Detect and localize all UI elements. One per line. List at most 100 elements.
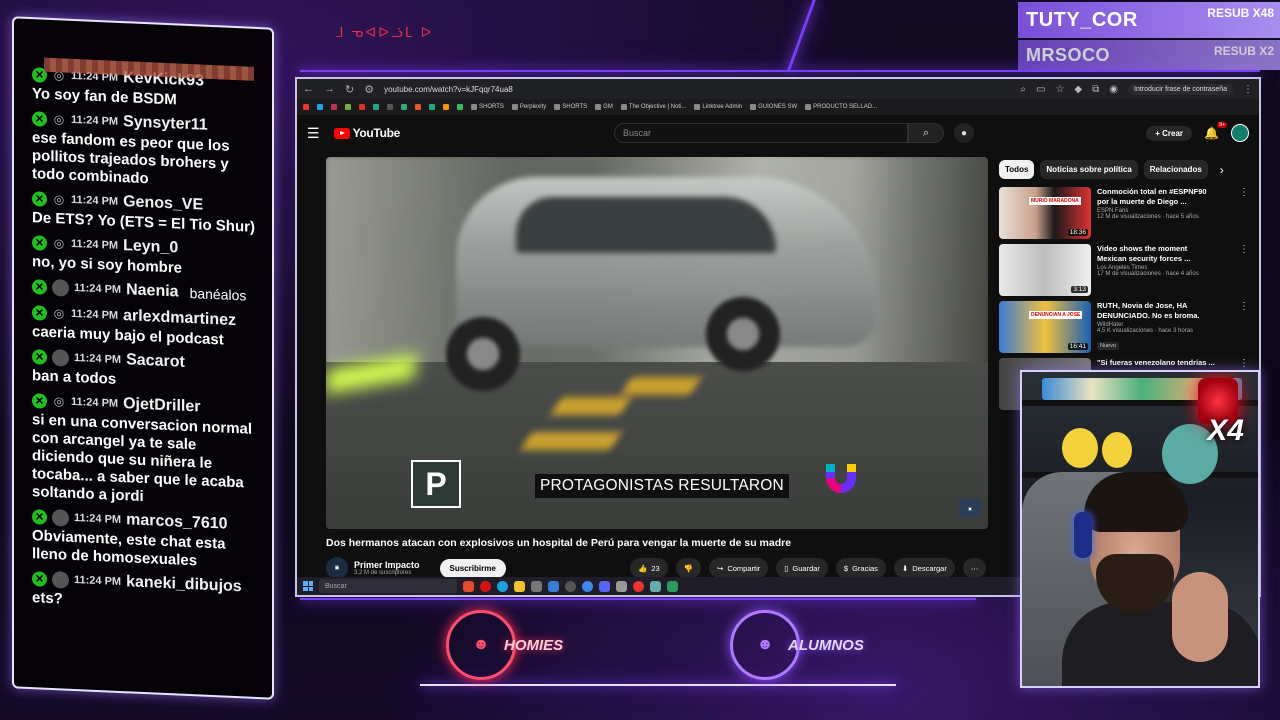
- more-actions-button[interactable]: ⋯: [962, 558, 987, 578]
- chat-username[interactable]: Naenia: [126, 281, 178, 301]
- chat-username[interactable]: Leyn_0: [123, 237, 178, 257]
- account-avatar[interactable]: [1231, 124, 1249, 142]
- opera-icon[interactable]: [480, 580, 491, 592]
- channel-avatar[interactable]: ▣: [326, 557, 348, 579]
- create-button[interactable]: + Crear: [1146, 125, 1193, 141]
- bookmark-favicon-icon[interactable]: [415, 104, 421, 110]
- subscribe-button[interactable]: Suscribirme: [439, 558, 506, 578]
- chat-username[interactable]: Genos_VE: [123, 193, 203, 214]
- download-button[interactable]: ⬇ Descargar: [893, 558, 955, 578]
- bookmark-favicon-icon[interactable]: [331, 104, 337, 110]
- chat-username[interactable]: Sacarot: [126, 351, 185, 372]
- chip-politics[interactable]: Noticias sobre política: [1040, 160, 1138, 179]
- url-field[interactable]: youtube.com/watch?v=kJFqqr74ua8: [384, 85, 513, 94]
- bookmark-item[interactable]: Perplexity: [511, 104, 546, 110]
- bookmark-item[interactable]: The Objective | Noti...: [620, 104, 686, 110]
- store-icon[interactable]: [531, 580, 542, 592]
- bookmark-favicon-icon[interactable]: [387, 104, 393, 110]
- search-input[interactable]: Buscar: [614, 123, 909, 143]
- bookmark-favicon-icon[interactable]: [429, 104, 435, 110]
- notifications-button[interactable]: 🔔 9+: [1204, 122, 1227, 140]
- chat-username[interactable]: OjetDriller: [123, 395, 200, 416]
- extension-icon[interactable]: ◆: [1074, 84, 1082, 95]
- user-avatar[interactable]: [52, 348, 69, 367]
- recommendation-thumbnail[interactable]: DENUNCIAN A JOSE 16:41: [999, 301, 1091, 353]
- taskbar-search-input[interactable]: Buscar: [319, 579, 457, 593]
- cast-icon[interactable]: ▭: [1036, 84, 1045, 95]
- bookmark-favicon-icon[interactable]: [345, 104, 351, 110]
- thanks-button[interactable]: $ Gracias: [835, 558, 886, 578]
- bookmark-favicon-icon[interactable]: [317, 104, 323, 110]
- menu-kebab-icon[interactable]: ⋮: [1243, 84, 1253, 95]
- chip-related[interactable]: Relacionados: [1143, 160, 1208, 179]
- bookmark-item[interactable]: PRODUCTO SELLAD...: [805, 104, 877, 110]
- bookmark-favicon-icon[interactable]: [303, 104, 309, 110]
- chat-username[interactable]: arlexdmartinez: [123, 307, 236, 330]
- recommendation-title[interactable]: Video shows the moment Mexican security …: [1097, 244, 1215, 263]
- user-avatar[interactable]: [52, 570, 69, 589]
- obs-icon[interactable]: [565, 580, 576, 592]
- app-icon[interactable]: [548, 580, 559, 592]
- channel-name[interactable]: Primer Impacto: [354, 560, 420, 570]
- extensions-puzzle-icon[interactable]: ⧉: [1092, 84, 1099, 95]
- bookmark-favicon-icon[interactable]: [359, 104, 365, 110]
- chat-username[interactable]: Synsyter11: [123, 113, 208, 135]
- voice-search-button[interactable]: ●: [954, 123, 975, 143]
- recommendation-thumbnail[interactable]: MURIÓ MARADONA 18:36: [999, 187, 1091, 239]
- profile-icon[interactable]: ◉: [1109, 84, 1118, 95]
- recommendation-title[interactable]: Conmoción total en #ESPNF90 por la muert…: [1097, 187, 1215, 206]
- file-explorer-icon[interactable]: [514, 580, 525, 592]
- password-prompt[interactable]: Introducir frase de contraseña: [1128, 83, 1233, 95]
- edge-icon[interactable]: [497, 580, 508, 592]
- bookmark-label: GUIONES SW: [758, 104, 798, 110]
- bookmark-item[interactable]: GM: [595, 104, 613, 110]
- bookmark-favicon-icon[interactable]: [457, 104, 463, 110]
- brave-icon[interactable]: [463, 580, 474, 592]
- recommendation-item[interactable]: DENUNCIAN A JOSE 16:41 RUTH, Novia de Jo…: [999, 301, 1249, 353]
- moderator-badge-icon: ✕: [32, 392, 47, 409]
- more-options-icon[interactable]: ⋮: [1239, 187, 1249, 239]
- bookmark-item[interactable]: SHORTS: [471, 104, 504, 110]
- bookmark-star-icon[interactable]: ☆: [1055, 84, 1064, 95]
- recommendation-title[interactable]: "Si fueras venezolano tendrías ...: [1097, 358, 1215, 368]
- zoom-icon[interactable]: ⌕: [1020, 84, 1026, 95]
- more-options-icon[interactable]: ⋮: [1239, 301, 1249, 353]
- video-player[interactable]: P PROTAGONISTAS RESULTARON ▣: [326, 157, 988, 529]
- bookmark-label: PRODUCTO SELLAD...: [813, 104, 878, 110]
- bookmark-item[interactable]: Linktree Admin: [694, 104, 742, 110]
- pokeball-icon[interactable]: [633, 580, 644, 592]
- recommendation-item[interactable]: MURIÓ MARADONA 18:36 Conmoción total en …: [999, 187, 1249, 239]
- recommendation-title[interactable]: RUTH, Novia de Jose, HA DENUNCIADO. No e…: [1097, 301, 1215, 320]
- app-icon[interactable]: [616, 580, 627, 592]
- bookmark-favicon-icon[interactable]: [443, 104, 449, 110]
- like-button[interactable]: 👍 23: [630, 558, 668, 578]
- bookmark-item[interactable]: SHORTS: [554, 104, 587, 110]
- user-avatar[interactable]: [52, 508, 69, 527]
- bookmark-favicon-icon[interactable]: [401, 104, 407, 110]
- search-button[interactable]: ⌕: [908, 123, 945, 143]
- back-icon[interactable]: ←: [303, 83, 314, 95]
- dislike-button[interactable]: 👎: [675, 558, 702, 578]
- more-options-icon[interactable]: ⋮: [1239, 244, 1249, 296]
- share-button[interactable]: ↪ Compartir: [709, 558, 769, 578]
- forward-icon[interactable]: →: [324, 83, 335, 95]
- chat-username[interactable]: kaneki_dibujos: [126, 573, 242, 596]
- reload-icon[interactable]: ↻: [345, 83, 354, 96]
- chip-all[interactable]: Todos: [999, 160, 1035, 179]
- hamburger-menu-icon[interactable]: ☰: [307, 125, 320, 142]
- bookmark-favicon-icon[interactable]: [373, 104, 379, 110]
- app-icon[interactable]: [650, 580, 661, 592]
- windows-start-icon[interactable]: [303, 581, 313, 591]
- bookmark-item[interactable]: GUIONES SW: [750, 104, 797, 110]
- site-info-icon[interactable]: ⚙: [364, 83, 374, 96]
- user-avatar[interactable]: [52, 278, 69, 297]
- app-icon[interactable]: [667, 580, 678, 592]
- discord-icon[interactable]: [599, 580, 610, 592]
- recommendation-thumbnail[interactable]: 3:13: [999, 244, 1091, 296]
- save-button[interactable]: ▯ Guardar: [776, 558, 828, 578]
- chrome-icon[interactable]: [582, 580, 593, 592]
- chevron-right-icon[interactable]: ›: [1220, 163, 1224, 177]
- youtube-logo[interactable]: YouTube: [333, 126, 400, 140]
- chat-username[interactable]: marcos_7610: [126, 511, 227, 533]
- recommendation-item[interactable]: 3:13 Video shows the moment Mexican secu…: [999, 244, 1249, 296]
